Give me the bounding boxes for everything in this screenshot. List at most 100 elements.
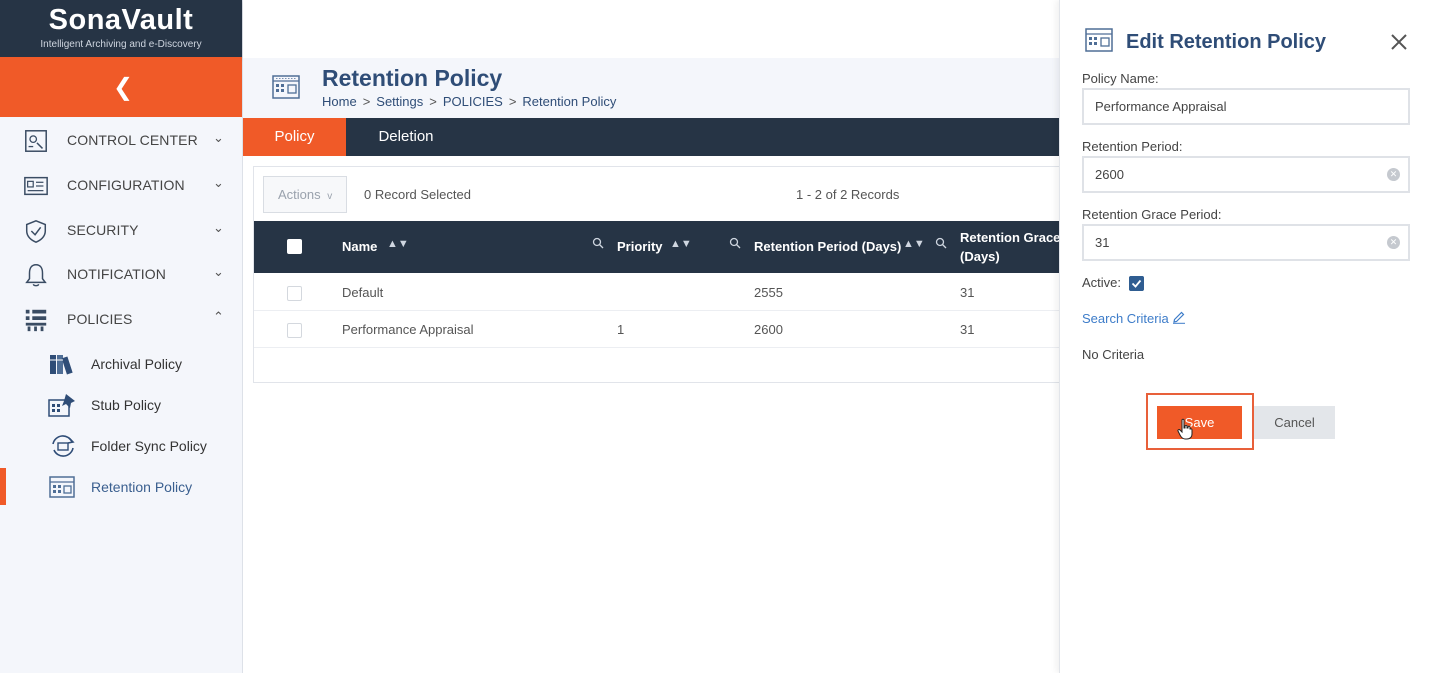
row-checkbox[interactable]	[287, 286, 302, 301]
chevron-up-icon: ⌃	[213, 309, 224, 324]
sidebar-subitem-label: Retention Policy	[91, 479, 193, 495]
cell-name: Default	[342, 285, 384, 300]
retention-policy-icon	[1085, 28, 1113, 52]
table-header: Name ▲▼ Priority ▲▼ Retention Period (Da…	[254, 221, 1060, 273]
retention-period-input[interactable]: 2600	[1082, 156, 1410, 193]
column-priority[interactable]: Priority ▲▼	[617, 221, 727, 273]
control-center-icon	[25, 130, 47, 152]
retention-period-label: Retention Period:	[1082, 139, 1183, 154]
pencil-icon[interactable]	[1172, 310, 1186, 324]
grace-period-label: Retention Grace Period:	[1082, 207, 1222, 222]
configuration-icon	[24, 176, 48, 196]
search-icon[interactable]	[592, 237, 604, 249]
logo-tagline: Intelligent Archiving and e-Discovery	[40, 39, 202, 50]
policies-icon	[25, 309, 47, 332]
breadcrumb-separator: >	[362, 94, 371, 109]
retention-policy-icon	[272, 75, 300, 99]
search-criteria-link[interactable]: Search Criteria	[1082, 311, 1169, 326]
actions-dropdown[interactable]: Actions v	[263, 176, 347, 213]
tab-deletion[interactable]: Deletion	[346, 118, 466, 156]
record-count: 1 - 2 of 2 Records	[796, 187, 900, 202]
sidebar-subitem-stub-policy[interactable]: Stub Policy	[0, 386, 242, 424]
sidebar-subitem-label: Stub Policy	[91, 397, 162, 413]
column-label: Retention Period (Days)	[754, 239, 902, 254]
policy-grid: Actions v 0 Record Selected 1 - 2 of 2 R…	[253, 166, 1060, 383]
logo-text: SonaVault	[48, 4, 194, 36]
search-icon[interactable]	[935, 237, 947, 249]
folder-sync-icon	[52, 435, 75, 457]
sidebar-subitem-label: Folder Sync Policy	[91, 438, 207, 454]
breadcrumb-settings[interactable]: Settings	[376, 94, 423, 109]
stub-policy-icon	[48, 394, 75, 417]
breadcrumb-separator: >	[429, 94, 437, 109]
clear-icon[interactable]: ✕	[1387, 236, 1400, 249]
page-title: Retention Policy	[322, 65, 503, 91]
select-all-checkbox[interactable]	[287, 239, 302, 254]
column-name[interactable]: Name ▲▼	[342, 221, 592, 273]
sidebar-item-label: CONTROL CENTER	[67, 132, 198, 148]
row-checkbox[interactable]	[287, 323, 302, 338]
hand-cursor-icon	[1177, 418, 1193, 440]
tab-policy[interactable]: Policy	[243, 118, 346, 156]
sort-icon[interactable]: ▲▼	[670, 238, 692, 250]
cell-name: Performance Appraisal	[342, 322, 474, 337]
retention-policy-icon	[49, 476, 75, 498]
sidebar-item-label: SECURITY	[67, 222, 139, 238]
chevron-down-icon: ⌄	[213, 130, 224, 145]
cell-grace: 31	[960, 322, 975, 337]
sort-icon[interactable]: ▲▼	[903, 238, 925, 250]
edit-retention-panel: Edit Retention Policy Policy Name: Perfo…	[1059, 0, 1432, 673]
cell-grace: 31	[960, 285, 975, 300]
breadcrumb-home[interactable]: Home	[322, 94, 357, 109]
column-retention-period[interactable]: Retention Period (Days) ▲▼	[754, 221, 934, 273]
breadcrumb: Home > Settings > POLICIES > Retention Policy	[322, 94, 616, 109]
chevron-down-icon: v	[327, 191, 333, 202]
policy-name-input[interactable]: Performance Appraisal	[1082, 88, 1410, 125]
sidebar-item-label: CONFIGURATION	[67, 177, 185, 193]
page-header: Retention Policy Home > Settings > POLICIES >…	[243, 58, 1059, 118]
logo[interactable]: SonaVault Intelligent Archiving and e-Di…	[0, 0, 242, 57]
sidebar-subitem-folder-sync-policy[interactable]: Folder Sync Policy	[0, 427, 242, 465]
sidebar-item-policies[interactable]: POLICIES ⌃	[0, 297, 242, 341]
sidebar-subitem-retention-policy[interactable]: Retention Policy	[0, 468, 242, 506]
sidebar-item-control-center[interactable]: CONTROL CENTER ⌄	[0, 118, 242, 162]
sort-icon[interactable]: ▲▼	[387, 238, 409, 250]
column-label: Retention Grace	[960, 230, 1061, 245]
no-criteria-text: No Criteria	[1082, 347, 1145, 362]
sidebar-item-label: NOTIFICATION	[67, 266, 166, 282]
active-label: Active:	[1082, 275, 1122, 290]
search-icon[interactable]	[729, 237, 741, 249]
table-row[interactable]: Performance Appraisal 1 2600 31	[254, 311, 1060, 348]
breadcrumb-policies[interactable]: POLICIES	[443, 94, 503, 109]
cell-retention-period: 2600	[754, 322, 783, 337]
column-retention-grace[interactable]: Retention Grace (Days)	[960, 221, 1060, 273]
sidebar-collapse-button[interactable]: ❮	[0, 57, 242, 117]
actions-label: Actions	[278, 187, 321, 202]
breadcrumb-retention-policy[interactable]: Retention Policy	[522, 94, 616, 109]
table-row[interactable]: Default 2555 31	[254, 274, 1060, 311]
chevron-down-icon: ⌄	[213, 264, 224, 279]
close-icon[interactable]	[1388, 31, 1410, 53]
cell-priority: 1	[617, 322, 625, 337]
policy-name-label: Policy Name:	[1082, 71, 1159, 86]
active-checkbox[interactable]	[1129, 276, 1144, 291]
active-item-marker	[0, 468, 6, 505]
chevron-down-icon: ⌄	[213, 175, 224, 190]
chevron-left-icon: ❮	[113, 74, 134, 101]
grace-period-input[interactable]: 31	[1082, 224, 1410, 261]
sidebar-item-notification[interactable]: NOTIFICATION ⌄	[0, 252, 242, 296]
cancel-button[interactable]: Cancel	[1254, 406, 1335, 439]
sidebar-item-label: POLICIES	[67, 311, 133, 327]
column-label: (Days)	[960, 249, 1000, 264]
column-label: Priority	[617, 239, 663, 254]
panel-title: Edit Retention Policy	[1126, 31, 1327, 53]
sidebar-item-security[interactable]: SECURITY ⌄	[0, 208, 242, 252]
archival-policy-icon	[50, 355, 73, 375]
breadcrumb-separator: >	[508, 94, 517, 109]
clear-icon[interactable]: ✕	[1387, 168, 1400, 181]
tab-bar: Policy Deletion	[243, 118, 1059, 156]
sidebar-item-configuration[interactable]: CONFIGURATION ⌄	[0, 163, 242, 207]
shield-icon	[25, 219, 47, 243]
sidebar-subitem-archival-policy[interactable]: Archival Policy	[0, 345, 242, 383]
save-button[interactable]: Save	[1157, 406, 1242, 439]
